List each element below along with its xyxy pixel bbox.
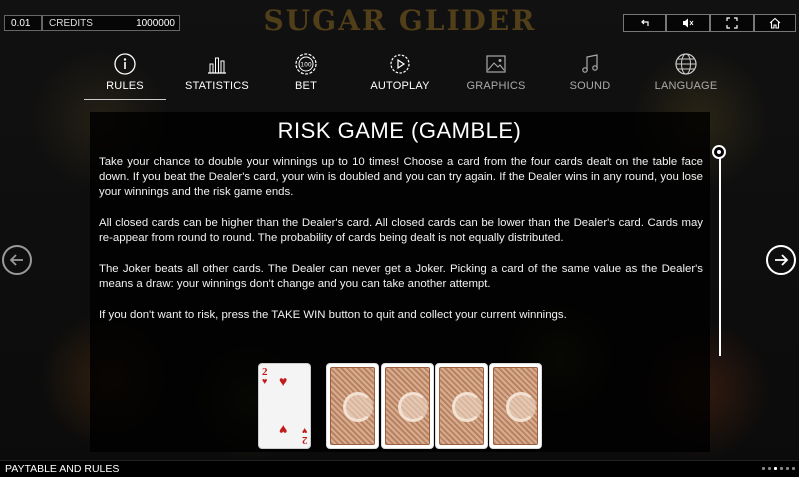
info-icon: [114, 53, 136, 75]
credits-label: CREDITS: [49, 18, 93, 29]
image-icon: [486, 55, 506, 73]
page-dot[interactable]: [762, 467, 765, 470]
closed-card[interactable]: [489, 363, 542, 449]
music-note-icon: [582, 54, 598, 73]
paragraph: If you don't want to risk, press the TAK…: [99, 309, 567, 321]
bottom-bar: PAYTABLE AND RULES: [0, 460, 799, 477]
home-icon: [769, 17, 781, 29]
fullscreen-button[interactable]: [710, 14, 754, 32]
closed-card[interactable]: [435, 363, 488, 449]
arrow-left-icon: [9, 254, 23, 266]
dealer-card: 2 ♥ ♥ ♥ ♥ 2: [258, 363, 311, 449]
page-dot[interactable]: [774, 467, 777, 470]
sound-toggle-button[interactable]: [666, 14, 710, 32]
card-back-pattern: [439, 367, 484, 445]
autoplay-icon: [390, 54, 410, 74]
bet-value: 0.01: [4, 15, 42, 31]
home-button[interactable]: [754, 14, 796, 32]
tab-label: GRAPHICS: [466, 80, 526, 92]
paragraph: Take your chance to double your winnings…: [99, 156, 703, 198]
paragraph: The Joker beats all other cards. The Dea…: [99, 263, 703, 290]
tab-rules[interactable]: RULES: [80, 52, 170, 100]
previous-page-button[interactable]: [2, 245, 32, 275]
arrow-right-icon: [775, 254, 789, 266]
swirl-emblem-icon: [343, 392, 373, 422]
page-title: RISK GAME (GAMBLE): [277, 118, 522, 143]
closed-card[interactable]: [381, 363, 434, 449]
closed-card[interactable]: [326, 363, 379, 449]
page-dot[interactable]: [780, 467, 783, 470]
card-back-pattern: [330, 367, 375, 445]
bar-chart-icon: [208, 57, 226, 74]
swirl-emblem-icon: [452, 392, 482, 422]
menu-tabs: RULES STATISTICS 100 BET AUTOPLAY GRAPHI…: [0, 52, 799, 102]
card-back-pattern: [385, 367, 430, 445]
page-dot[interactable]: [768, 467, 771, 470]
card-rank: 2: [301, 434, 308, 446]
tab-label: SOUND: [569, 80, 611, 92]
tab-label: STATISTICS: [185, 80, 249, 92]
speaker-mute-icon: [683, 18, 694, 28]
tab-label: RULES: [106, 80, 144, 92]
swirl-emblem-icon: [398, 392, 428, 422]
scrollbar-thumb[interactable]: [712, 145, 726, 159]
page-indicator: [762, 467, 795, 470]
bottom-bar-label: PAYTABLE AND RULES: [5, 463, 120, 475]
back-button[interactable]: [623, 14, 666, 32]
heart-pip-icon: ♥: [279, 373, 288, 389]
globe-icon: [675, 53, 697, 75]
fullscreen-icon: [726, 17, 738, 29]
card-back-pattern: [493, 367, 538, 445]
page-dot[interactable]: [792, 467, 795, 470]
chip-100-icon: 100: [295, 53, 317, 75]
page-dot[interactable]: [786, 467, 789, 470]
tab-graphics[interactable]: GRAPHICS: [451, 52, 541, 98]
svg-text:100: 100: [300, 61, 312, 68]
undo-arrow-icon: [640, 19, 649, 26]
heart-pip-icon: ♥: [279, 422, 288, 438]
tab-bet[interactable]: 100 BET: [261, 52, 351, 98]
tab-label: LANGUAGE: [654, 80, 718, 92]
tab-statistics[interactable]: STATISTICS: [172, 52, 262, 98]
rules-text: Take your chance to double your winnings…: [99, 155, 703, 339]
credits-box: CREDITS 1000000: [42, 15, 180, 31]
swirl-emblem-icon: [506, 392, 536, 422]
tab-label: AUTOPLAY: [370, 80, 430, 92]
paragraph: All closed cards can be higher than the …: [99, 217, 703, 244]
tab-label: BET: [295, 80, 317, 92]
heart-suit-icon: ♥: [262, 376, 268, 386]
scrollbar-track[interactable]: [719, 150, 721, 356]
tab-autoplay[interactable]: AUTOPLAY: [355, 52, 445, 98]
credits-value: 1000000: [136, 18, 175, 29]
tab-sound[interactable]: SOUND: [545, 52, 635, 98]
top-bar: 0.01 CREDITS 1000000: [0, 0, 799, 32]
next-page-button[interactable]: [766, 245, 796, 275]
tab-language[interactable]: LANGUAGE: [641, 52, 731, 98]
